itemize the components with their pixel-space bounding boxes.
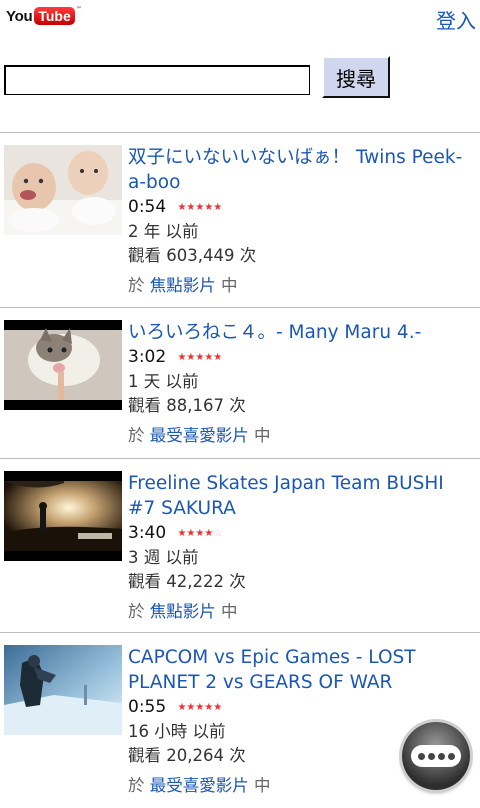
video-title[interactable]: いろいろねこ４。- Many Maru 4.- bbox=[128, 320, 474, 345]
header: You Tube ™ 登入 bbox=[0, 0, 480, 33]
source-suffix: 中 bbox=[221, 276, 238, 295]
video-source: 於 焦點影片 中 bbox=[128, 274, 474, 298]
more-dots-icon bbox=[411, 745, 461, 767]
rating-stars: ★★★★★ bbox=[177, 352, 223, 363]
more-menu-button[interactable] bbox=[402, 722, 470, 790]
youtube-logo[interactable]: You Tube ™ bbox=[6, 6, 82, 26]
source-suffix: 中 bbox=[254, 776, 271, 795]
video-duration: 0:54 bbox=[128, 197, 167, 217]
video-thumbnail[interactable] bbox=[4, 645, 122, 735]
video-item[interactable]: Freeline Skates Japan Team BUSHI #7 SAKU… bbox=[0, 459, 480, 634]
video-item[interactable]: 双子にいないいないばぁ！ Twins Peek-a-boo 0:54 ★★★★★… bbox=[0, 133, 480, 308]
video-thumbnail[interactable] bbox=[4, 145, 122, 235]
video-thumbnail[interactable] bbox=[4, 320, 122, 410]
rating-stars: ★★★★★ bbox=[177, 202, 223, 213]
rating-stars: ★★★★☆ bbox=[177, 528, 223, 539]
rating-stars: ★★★★★ bbox=[177, 702, 223, 713]
video-source: 於 最受喜愛影片 中 bbox=[128, 424, 474, 448]
search-bar: 搜尋 bbox=[4, 56, 480, 100]
source-prefix: 於 bbox=[128, 602, 145, 621]
video-views: 觀看 42,222 次 bbox=[128, 572, 246, 591]
category-link[interactable]: 最受喜愛影片 bbox=[150, 426, 249, 445]
category-link[interactable]: 焦點影片 bbox=[150, 602, 216, 621]
video-views: 觀看 88,167 次 bbox=[128, 396, 246, 415]
search-input[interactable] bbox=[4, 65, 310, 95]
video-item[interactable]: CAPCOM vs Epic Games - LOST PLANET 2 vs … bbox=[0, 633, 480, 808]
category-link[interactable]: 最受喜愛影片 bbox=[150, 776, 249, 795]
video-thumbnail[interactable] bbox=[4, 471, 122, 561]
video-meta: 双子にいないいないばぁ！ Twins Peek-a-boo 0:54 ★★★★★… bbox=[128, 145, 474, 298]
video-duration: 3:02 bbox=[128, 347, 167, 367]
source-suffix: 中 bbox=[221, 602, 238, 621]
video-duration: 0:55 bbox=[128, 697, 167, 717]
source-prefix: 於 bbox=[128, 276, 145, 295]
video-duration: 3:40 bbox=[128, 523, 167, 543]
video-meta: いろいろねこ４。- Many Maru 4.- 3:02 ★★★★★ 1 天 以… bbox=[128, 320, 474, 448]
logo-you-text: You bbox=[6, 7, 33, 25]
video-views: 觀看 603,449 次 bbox=[128, 246, 257, 265]
logo-trademark: ™ bbox=[75, 6, 82, 13]
video-age: 2 年 以前 bbox=[128, 222, 199, 241]
source-prefix: 於 bbox=[128, 776, 145, 795]
logo-tube-text: Tube bbox=[34, 7, 75, 25]
category-link[interactable]: 焦點影片 bbox=[150, 276, 216, 295]
source-suffix: 中 bbox=[254, 426, 271, 445]
video-item[interactable]: いろいろねこ４。- Many Maru 4.- 3:02 ★★★★★ 1 天 以… bbox=[0, 308, 480, 483]
video-title[interactable]: CAPCOM vs Epic Games - LOST PLANET 2 vs … bbox=[128, 645, 474, 695]
source-prefix: 於 bbox=[128, 426, 145, 445]
video-age: 3 週 以前 bbox=[128, 548, 199, 567]
search-button[interactable]: 搜尋 bbox=[322, 56, 390, 98]
video-title[interactable]: Freeline Skates Japan Team BUSHI #7 SAKU… bbox=[128, 471, 474, 521]
login-link[interactable]: 登入 bbox=[436, 5, 476, 34]
video-meta: Freeline Skates Japan Team BUSHI #7 SAKU… bbox=[128, 471, 474, 624]
video-source: 於 焦點影片 中 bbox=[128, 600, 474, 624]
video-age: 1 天 以前 bbox=[128, 372, 199, 391]
video-title[interactable]: 双子にいないいないばぁ！ Twins Peek-a-boo bbox=[128, 145, 474, 195]
